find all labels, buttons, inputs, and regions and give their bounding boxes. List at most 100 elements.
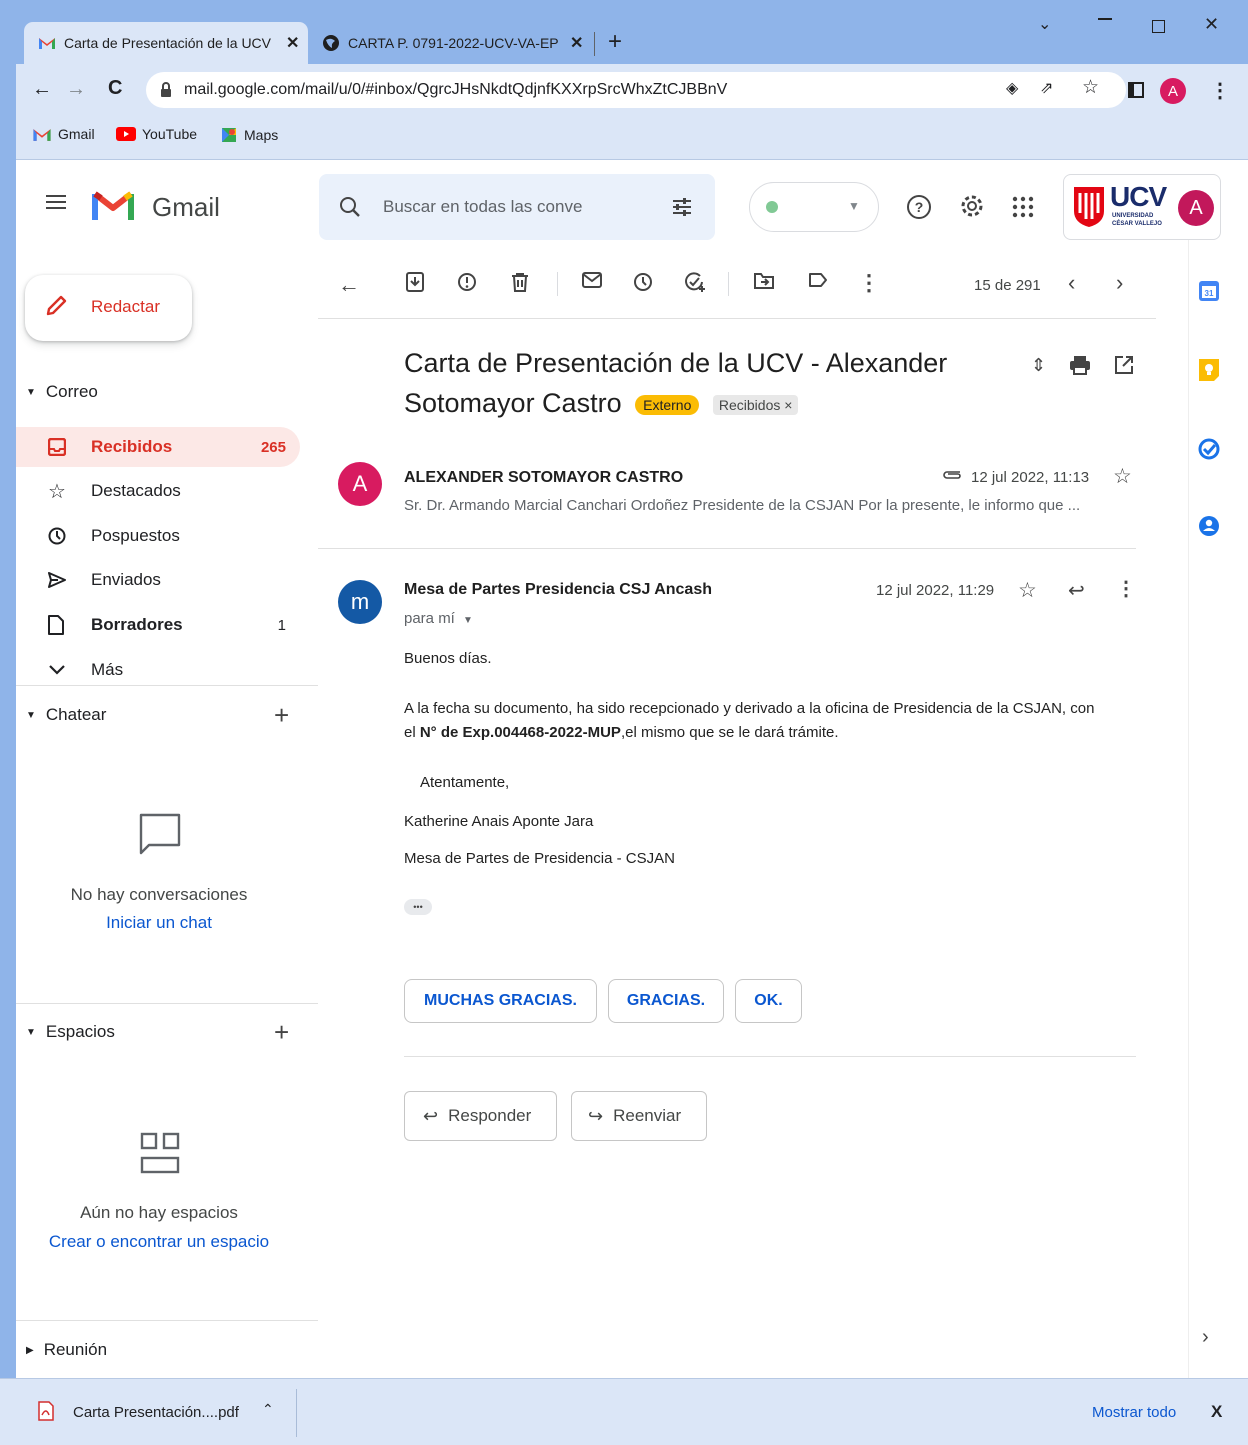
remove-label-icon[interactable]: × [784,397,792,413]
search-bar[interactable]: Buscar en todas las conve [319,174,715,240]
download-filename[interactable]: Carta Presentación....pdf [73,1404,239,1421]
account-avatar[interactable]: A [1178,190,1214,226]
tab-inactive[interactable]: CARTA P. 0791-2022-UCV-VA-EP ✕ [312,22,596,64]
show-trimmed-content-button[interactable]: ••• [404,899,432,915]
new-chat-plus-icon[interactable]: + [274,700,289,731]
shelf-separator [296,1389,297,1437]
sidebar-item-inbox[interactable]: Recibidos 265 [16,427,300,467]
calendar-icon[interactable]: 31 [1198,280,1220,302]
apps-grid-icon[interactable] [1012,196,1034,218]
forward-icon[interactable]: → [66,78,86,101]
gmail-logo-icon[interactable] [92,190,134,222]
settings-gear-icon[interactable] [958,192,986,220]
sidebar-divider [16,1320,318,1321]
sidebar-item-more[interactable]: Más [16,650,300,690]
chevron-up-icon[interactable]: ⌃ [262,1401,274,1418]
smart-reply-button[interactable]: GRACIAS. [608,979,724,1023]
recipient-line[interactable]: para mí ▼ [404,610,473,627]
pdf-file-icon [38,1401,54,1421]
close-tab-icon[interactable]: ✕ [570,33,583,53]
close-tab-icon[interactable]: ✕ [286,33,299,53]
account-switcher[interactable]: UCV UNIVERSIDAD CÉSAR VALLEJO A [1063,174,1221,240]
minimize-icon[interactable] [1098,18,1112,20]
caret-down-icon: ▼ [26,386,36,398]
browser-profile-avatar[interactable]: A [1160,78,1186,104]
share-icon[interactable]: ⇗ [1040,78,1053,98]
expand-side-panel-icon[interactable]: › [1202,1326,1209,1349]
reply-button[interactable]: ↩ Responder [404,1091,557,1141]
mail-section-header[interactable]: ▼ Correo [26,382,98,402]
body-line: el N° de Exp.004468-2022-MUP,el mismo qu… [404,721,1144,745]
extension-icon[interactable]: ◈ [1006,78,1018,98]
maximize-icon[interactable] [1152,20,1165,33]
message-more-icon[interactable]: ⋮ [1116,576,1136,601]
close-window-icon[interactable]: ✕ [1204,14,1219,35]
older-chevron-right-icon[interactable]: › [1116,270,1123,296]
meet-section-header[interactable]: ▶ Reunión [26,1340,107,1360]
label-icon[interactable] [808,272,828,288]
body-text-span: el [404,724,420,741]
start-chat-link[interactable]: Iniciar un chat [16,913,302,933]
chevron-down-icon: ▼ [848,199,860,213]
sender-name[interactable]: ALEXANDER SOTOMAYOR CASTRO [404,469,683,487]
search-icon[interactable] [339,196,361,218]
snooze-icon[interactable] [633,272,653,292]
new-space-plus-icon[interactable]: + [274,1017,289,1048]
open-new-window-icon[interactable] [1114,355,1134,375]
close-shelf-icon[interactable]: X [1211,1402,1222,1422]
sender-name[interactable]: Mesa de Partes Presidencia CSJ Ancash [404,581,712,599]
delete-icon[interactable] [511,272,529,292]
star-icon[interactable]: ☆ [1018,578,1037,603]
sidebar-item-sent[interactable]: Enviados [16,560,300,600]
star-icon[interactable]: ☆ [1113,464,1132,489]
chat-section-header[interactable]: ▼ Chatear [26,705,106,725]
archive-icon[interactable] [406,272,424,292]
newer-chevron-left-icon[interactable]: ‹ [1068,270,1075,296]
status-selector[interactable]: ▼ [749,182,879,232]
find-space-link[interactable]: Crear o encontrar un espacio [16,1232,302,1252]
new-tab-icon[interactable]: + [608,28,622,56]
back-icon[interactable]: ← [32,78,52,101]
reload-icon[interactable]: C [108,77,122,100]
contacts-icon[interactable] [1198,515,1220,537]
inbox-label-chip[interactable]: Recibidos × [712,394,799,415]
tab-active[interactable]: Carta de Presentación de la UCV ✕ [24,22,308,64]
bookmark-star-icon[interactable]: ☆ [1082,76,1099,99]
show-all-downloads-link[interactable]: Mostrar todo [1092,1404,1176,1421]
search-input[interactable]: Buscar en todas las conve [383,197,603,217]
forward-button[interactable]: ↪ Reenviar [571,1091,707,1141]
side-panel-icon[interactable] [1128,82,1144,98]
spaces-grid-icon [140,1132,180,1176]
sidebar-item-snoozed[interactable]: Pospuestos [16,516,300,556]
help-icon[interactable]: ? [906,194,932,220]
bookmark-gmail[interactable]: Gmail [32,126,95,142]
mark-unread-icon[interactable] [582,272,602,288]
sidebar-item-drafts[interactable]: Borradores 1 [16,605,300,645]
more-actions-icon[interactable]: ⋮ [858,270,880,296]
reply-icon[interactable]: ↩ [1068,578,1085,603]
youtube-icon [116,127,136,141]
tasks-icon[interactable] [1198,438,1220,460]
smart-reply-button[interactable]: MUCHAS GRACIAS. [404,979,597,1023]
tab-search-icon[interactable]: ⌄ [1038,14,1051,34]
browser-menu-icon[interactable]: ⋮ [1210,78,1230,103]
email-subject-line1: Carta de Presentación de la UCV - Alexan… [404,348,948,378]
spaces-section-header[interactable]: ▼ Espacios [26,1022,115,1042]
compose-button[interactable]: Redactar [25,275,192,341]
bookmark-maps[interactable]: Maps [220,126,278,144]
print-icon[interactable] [1069,355,1091,375]
sidebar-item-starred[interactable]: ☆ Destacados [16,471,300,511]
smart-reply-button[interactable]: OK. [735,979,802,1023]
window-border [0,160,16,1445]
add-to-tasks-icon[interactable] [684,272,706,292]
bookmark-youtube[interactable]: YouTube [116,126,197,142]
expand-all-icon[interactable]: ⇕ [1031,355,1046,376]
report-spam-icon[interactable] [457,272,477,292]
search-options-icon[interactable] [671,196,693,218]
main-menu-icon[interactable] [46,194,66,210]
move-to-icon[interactable] [754,272,774,290]
message-snippet[interactable]: Sr. Dr. Armando Marcial Canchari Ordoñez… [404,497,1136,514]
back-to-inbox-icon[interactable]: ← [338,272,360,298]
keep-icon[interactable] [1198,358,1220,382]
omnibox[interactable]: mail.google.com/mail/u/0/#inbox/QgrcJHsN… [146,72,1126,108]
